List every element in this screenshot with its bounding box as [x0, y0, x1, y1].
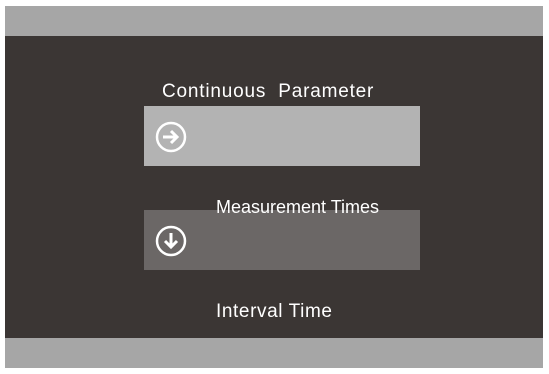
menu-label-measurement-times: Measurement Times: [216, 197, 380, 217]
menu-row-interval-time[interactable]: [144, 210, 420, 270]
menu-label-interval-time: Interval Time: [216, 301, 333, 322]
arrow-down-circle-icon: [155, 225, 187, 257]
screen-title: Continuous Parameter: [162, 81, 375, 102]
arrow-right-circle-icon: [155, 121, 187, 153]
menu-row-measurement-times[interactable]: [144, 106, 420, 166]
